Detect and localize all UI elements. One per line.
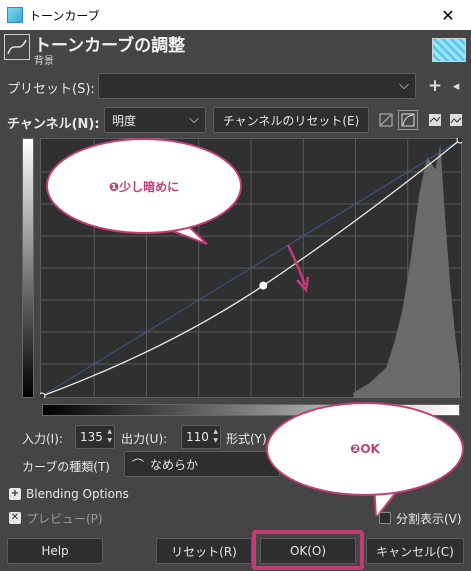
spin-arrows-icon: ▲ ▼: [107, 428, 112, 444]
dialog-title: トーンカーブの調整: [34, 36, 186, 56]
curve-type-label: カーブの種類(T): [22, 460, 110, 474]
callout-bubble-2: ❷OK: [266, 402, 464, 496]
channel-reset-button[interactable]: チャンネルのリセット(E): [213, 107, 369, 133]
channel-value: 明度: [112, 113, 137, 128]
input-value: 135: [80, 430, 103, 444]
output-gradient-bar: [22, 138, 34, 398]
preview-label: プレビュー(P): [26, 512, 103, 526]
annotation-arrow: [286, 244, 310, 293]
presets-label: プリセット(S):: [7, 82, 95, 97]
freehand-curve-icon[interactable]: [446, 110, 466, 130]
natural-curve-icon[interactable]: [425, 110, 445, 130]
output-spinbox[interactable]: 110 ▲ ▼: [181, 425, 221, 449]
format-label: 形式(Y): [226, 432, 267, 446]
curves-tool-icon: [4, 34, 30, 60]
spin-arrows-icon: ▲ ▼: [213, 428, 218, 444]
channel-combo[interactable]: 明度 ⌵: [104, 107, 206, 133]
channel-label: チャンネル(N):: [7, 117, 100, 132]
dialog-header: トーンカーブの調整 背景: [0, 30, 471, 67]
ok-highlight-frame: [252, 530, 364, 570]
callout-text-1: ❶少し暗めに: [108, 179, 180, 194]
curve-type-combo[interactable]: ⌒ なめらか: [124, 451, 280, 477]
cancel-button[interactable]: キャンセル(C): [366, 538, 464, 564]
preview-checkbox[interactable]: ✕: [9, 512, 21, 524]
help-button[interactable]: Help: [7, 538, 103, 564]
linear-histogram-icon[interactable]: [376, 110, 396, 130]
reset-button[interactable]: リセット(R): [156, 538, 252, 564]
blending-options-label[interactable]: Blending Options: [26, 487, 129, 501]
layer-name: 背景: [34, 56, 54, 67]
chevron-down-icon: ⌵: [399, 78, 409, 93]
window-title: トーンカーブ: [29, 8, 100, 23]
close-icon[interactable]: ✕: [425, 0, 471, 30]
smooth-curve-icon: ⌒: [132, 457, 145, 472]
output-value: 110: [186, 430, 209, 444]
curve-type-value: なめらか: [150, 457, 199, 472]
add-preset-icon[interactable]: +: [425, 76, 445, 96]
split-view-checkbox[interactable]: [379, 512, 391, 524]
input-label: 入力(I):: [22, 432, 63, 446]
callout-bubble-1: ❶少し暗めに: [46, 138, 242, 234]
selected-control-point: [259, 281, 268, 290]
chevron-down-icon: ⌵: [189, 112, 199, 127]
window-titlebar: トーンカーブ ✕: [0, 0, 471, 30]
control-point: [456, 138, 462, 144]
control-point: [40, 392, 46, 398]
presets-combo[interactable]: ⌵: [98, 73, 416, 99]
layer-thumbnail: [432, 38, 466, 62]
input-spinbox[interactable]: 135 ▲ ▼: [75, 425, 115, 449]
split-view-label: 分割表示(V): [396, 512, 462, 526]
blending-expander-icon[interactable]: +: [9, 488, 21, 500]
preset-menu-icon[interactable]: ◂: [446, 76, 466, 96]
output-label: 出力(U):: [121, 432, 168, 446]
callout-text-2: ❷OK: [350, 442, 380, 456]
gimp-app-icon: [7, 7, 23, 23]
log-histogram-icon[interactable]: [398, 110, 418, 130]
